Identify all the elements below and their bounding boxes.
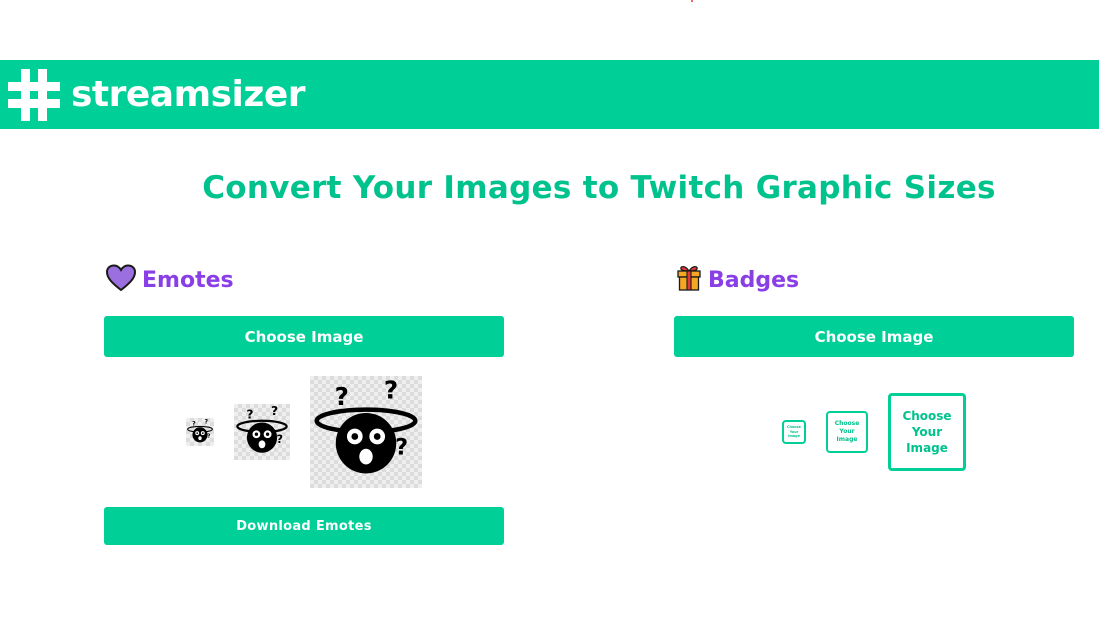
- badge-preview-medium: Choose Your Image: [826, 411, 868, 453]
- emotes-heading-label: Emotes: [142, 267, 234, 293]
- gift-icon: [676, 264, 702, 296]
- svg-text:?: ?: [204, 419, 208, 426]
- download-emotes-button[interactable]: Download Emotes: [104, 507, 504, 545]
- dizzy-face-icon: ? ? ?: [236, 404, 288, 453]
- emote-preview-large: ? ? ?: [310, 376, 422, 488]
- streamsizer-logo-icon: [8, 69, 60, 121]
- page-dot: [691, 0, 693, 2]
- logo[interactable]: streamsizer: [8, 69, 306, 121]
- svg-text:?: ?: [277, 433, 284, 446]
- badge-placeholder-text: Choose Your Image: [834, 419, 860, 444]
- purple-heart-icon: [105, 264, 137, 296]
- emotes-heading: Emotes: [105, 264, 234, 296]
- badge-placeholder-text: Choose Your Image: [902, 408, 952, 456]
- badge-preview-small: Choose Your Image: [782, 420, 806, 444]
- badges-heading: Badges: [676, 265, 799, 295]
- badges-heading-label: Badges: [708, 267, 800, 293]
- svg-text:?: ?: [192, 420, 196, 427]
- header-bar: streamsizer: [0, 60, 1099, 129]
- dizzy-face-icon: ? ? ?: [187, 419, 213, 443]
- badge-placeholder-text: Choose Your Image: [787, 425, 801, 439]
- emotes-choose-image-button[interactable]: Choose Image: [104, 316, 504, 357]
- svg-text:?: ?: [335, 382, 349, 411]
- dizzy-face-icon: ? ? ?: [314, 376, 418, 474]
- brand-name: streamsizer: [71, 74, 306, 115]
- svg-text:?: ?: [395, 434, 408, 460]
- svg-text:?: ?: [246, 408, 253, 422]
- emote-preview-medium: ? ? ?: [234, 404, 290, 460]
- svg-text:?: ?: [271, 404, 278, 418]
- badges-choose-image-button[interactable]: Choose Image: [674, 316, 1074, 357]
- emote-preview-small: ? ? ?: [186, 418, 214, 446]
- svg-text:?: ?: [384, 376, 398, 404]
- svg-text:?: ?: [207, 434, 210, 440]
- badge-preview-large: Choose Your Image: [888, 393, 966, 471]
- page-title: Convert Your Images to Twitch Graphic Si…: [202, 170, 996, 206]
